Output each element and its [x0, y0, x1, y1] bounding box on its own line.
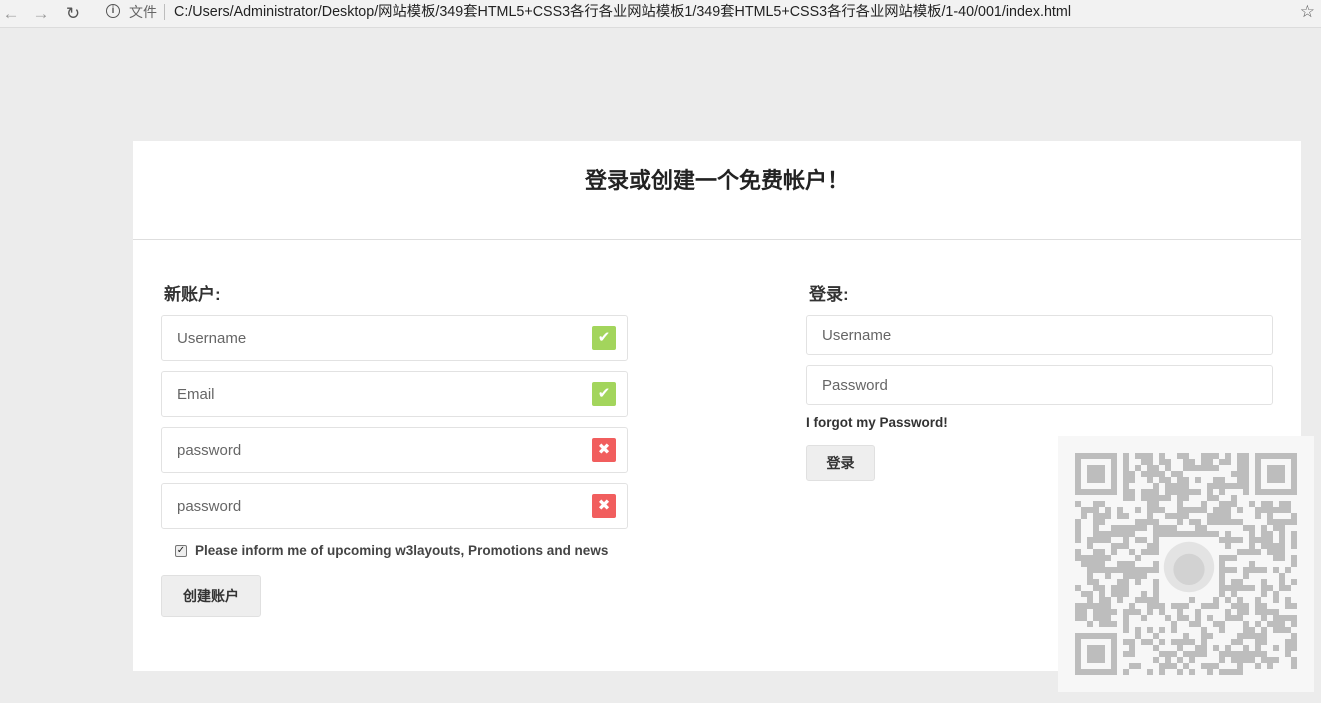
register-email-input[interactable] [162, 372, 627, 416]
create-account-button[interactable]: 创建账户 [161, 575, 261, 617]
newsletter-checkbox[interactable]: ✓ [175, 545, 187, 557]
reload-icon[interactable]: ↻ [62, 3, 84, 25]
register-username-field[interactable]: ✔ [161, 315, 628, 361]
cross-icon: ✖ [592, 494, 616, 518]
login-title: 登录: [809, 285, 849, 304]
check-icon: ✔ [592, 326, 616, 350]
address-bar[interactable]: i 文件 C:/Users/Administrator/Desktop/网站模板… [96, 1, 1321, 25]
page-title: 登录或创建一个免费帐户！ [584, 168, 849, 193]
register-username-input[interactable] [162, 316, 627, 360]
register-confirm-password-input[interactable] [162, 484, 627, 528]
info-icon[interactable]: i [106, 4, 120, 18]
star-icon[interactable]: ☆ [1300, 1, 1315, 23]
register-password-input[interactable] [162, 428, 627, 472]
address-separator [164, 4, 165, 20]
file-scheme-label: 文件 [129, 4, 157, 20]
login-username-field[interactable] [806, 315, 1273, 355]
register-title: 新账户: [164, 285, 221, 304]
qr-code-icon [1075, 453, 1297, 675]
forgot-password-link[interactable]: I forgot my Password! [806, 415, 948, 430]
browser-toolbar: ← → ↻ i 文件 C:/Users/Administrator/Deskto… [0, 0, 1321, 28]
newsletter-label: Please inform me of upcoming w3layouts, … [195, 543, 609, 558]
login-username-input[interactable] [807, 316, 1272, 354]
qr-code [1058, 436, 1314, 692]
url-text[interactable]: C:/Users/Administrator/Desktop/网站模板/349套… [174, 1, 1071, 23]
forward-arrow-icon[interactable]: → [30, 3, 52, 25]
register-email-field[interactable]: ✔ [161, 371, 628, 417]
header-divider [133, 239, 1301, 240]
register-confirm-password-field[interactable]: ✖ [161, 483, 628, 529]
back-arrow-icon[interactable]: ← [0, 3, 22, 25]
login-password-field[interactable] [806, 365, 1273, 405]
cross-icon: ✖ [592, 438, 616, 462]
login-button[interactable]: 登录 [806, 445, 875, 481]
check-icon: ✔ [592, 382, 616, 406]
login-password-input[interactable] [807, 366, 1272, 404]
register-password-field[interactable]: ✖ [161, 427, 628, 473]
